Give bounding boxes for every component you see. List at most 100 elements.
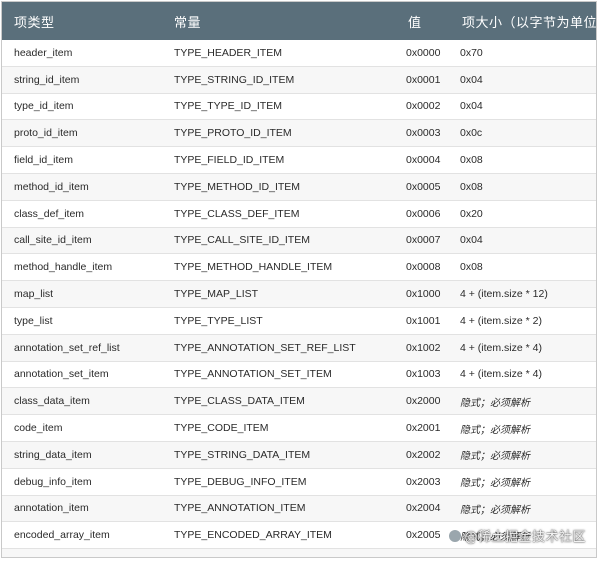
cell-constant: TYPE_METHOD_HANDLE_ITEM [162, 253, 396, 282]
cell-item-size: 0x08 [450, 146, 596, 174]
table-row: method_id_item TYPE_METHOD_ID_ITEM 0x0005 0… [2, 173, 596, 201]
cell-item-type: field_id_item [2, 146, 162, 174]
cell-value: 0x0004 [396, 146, 450, 174]
cell-value: 0x0008 [396, 253, 450, 282]
cell-item-size: 0x0c [450, 119, 596, 148]
cell-value: 0x0002 [396, 93, 450, 121]
cell-item-type: method_handle_item [2, 253, 162, 282]
cell-item-size: 0x70 [450, 40, 596, 67]
cell-constant: TYPE_ANNOTATION_SET_ITEM [162, 361, 396, 389]
cell-item-type: string_id_item [2, 66, 162, 94]
table-row: header_item TYPE_HEADER_ITEM 0x0000 0x70 [2, 40, 596, 67]
cell-item-size: 隐式；必须解析 [450, 468, 596, 496]
juejin-logo-icon [449, 530, 462, 542]
cell-value: 0x1000 [396, 280, 450, 308]
cell-value: 0x0007 [396, 227, 450, 255]
cell-item-type: annotations_directory_item [2, 548, 162, 557]
cell-item-size: 4 + (item.size * 4) [450, 334, 596, 362]
cell-item-size: 隐式；必须解析 [450, 441, 596, 469]
table-row: type_list TYPE_TYPE_LIST 0x1001 4 + (item.s… [2, 307, 596, 335]
cell-value: 0x2001 [396, 414, 450, 442]
cell-item-size: 隐式；必须解析 [450, 495, 596, 523]
cell-value: 0x2006 [396, 548, 450, 557]
cell-item-type: string_data_item [2, 441, 162, 469]
table-body: header_item TYPE_HEADER_ITEM 0x0000 0x70 str… [2, 40, 596, 557]
header-row: 项类型 常量 值 项大小（以字节为单位） [2, 2, 596, 40]
column-header-item-type: 项类型 [2, 2, 162, 40]
cell-item-size: 隐式；必须解析 [450, 548, 596, 557]
cell-constant: TYPE_METHOD_ID_ITEM [162, 173, 396, 201]
cell-item-type: map_list [2, 280, 162, 308]
cell-constant: TYPE_CLASS_DATA_ITEM [162, 387, 396, 416]
table-row: annotation_item TYPE_ANNOTATION_ITEM 0x200… [2, 495, 596, 523]
cell-constant: TYPE_CLASS_DEF_ITEM [162, 200, 396, 228]
cell-constant: TYPE_ANNOTATION_SET_REF_LIST [162, 334, 396, 362]
cell-constant: TYPE_STRING_DATA_ITEM [162, 441, 396, 469]
cell-item-size: 0x04 [450, 93, 596, 121]
table-row: debug_info_item TYPE_DEBUG_INFO_ITEM 0x200… [2, 468, 596, 496]
cell-item-size: 4 + (item.size * 12) [450, 280, 596, 308]
cell-constant: TYPE_STRING_ID_ITEM [162, 66, 396, 94]
cell-constant: TYPE_TYPE_LIST [162, 307, 396, 335]
table-row: annotation_set_item TYPE_ANNOTATION_SET_I… [2, 361, 596, 389]
cell-item-type: proto_id_item [2, 119, 162, 148]
cell-value: 0x2004 [396, 495, 450, 523]
cell-constant: TYPE_MAP_LIST [162, 280, 396, 308]
cell-constant: TYPE_TYPE_ID_ITEM [162, 93, 396, 121]
cell-value: 0x1003 [396, 361, 450, 389]
cell-item-type: annotation_set_item [2, 361, 162, 389]
cell-item-type: method_id_item [2, 173, 162, 201]
cell-item-type: encoded_array_item [2, 521, 162, 550]
table-row: method_handle_item TYPE_METHOD_HANDLE_ITE… [2, 253, 596, 282]
cell-item-type: type_list [2, 307, 162, 335]
table-row: field_id_item TYPE_FIELD_ID_ITEM 0x0004 0x0… [2, 146, 596, 174]
table-row: code_item TYPE_CODE_ITEM 0x2001 隐式；必须解析 [2, 414, 596, 442]
cell-constant: TYPE_ANNOTATIONS_DIRECTORY_ITEM [162, 548, 396, 557]
cell-item-size: 0x08 [450, 173, 596, 201]
cell-constant: TYPE_PROTO_ID_ITEM [162, 119, 396, 148]
cell-item-type: debug_info_item [2, 468, 162, 496]
cell-item-type: annotation_item [2, 495, 162, 523]
cell-value: 0x2005 [396, 521, 450, 550]
cell-item-type: class_data_item [2, 387, 162, 416]
watermark-text: @稀土掘金技术社区 [464, 530, 586, 545]
cell-constant: TYPE_CODE_ITEM [162, 414, 396, 442]
cell-value: 0x1002 [396, 334, 450, 362]
column-header-constant: 常量 [162, 2, 396, 40]
dex-item-type-table: 项类型 常量 值 项大小（以字节为单位） header_item TYPE_HEA… [2, 2, 596, 557]
table-row: class_data_item TYPE_CLASS_DATA_ITEM 0x200… [2, 387, 596, 416]
cell-value: 0x2000 [396, 387, 450, 416]
cell-item-type: class_def_item [2, 200, 162, 228]
cell-value: 0x0001 [396, 66, 450, 94]
cell-item-type: call_site_id_item [2, 227, 162, 255]
cell-item-type: type_id_item [2, 93, 162, 121]
cell-item-type: annotation_set_ref_list [2, 334, 162, 362]
cell-value: 0x2003 [396, 468, 450, 496]
cell-item-size: 4 + (item.size * 2) [450, 307, 596, 335]
table-row: proto_id_item TYPE_PROTO_ID_ITEM 0x0003 0x0… [2, 119, 596, 148]
cell-value: 0x1001 [396, 307, 450, 335]
cell-item-size: 0x04 [450, 227, 596, 255]
cell-item-size: 0x04 [450, 66, 596, 94]
column-header-value: 值 [396, 2, 450, 40]
cell-value: 0x0005 [396, 173, 450, 201]
cell-constant: TYPE_DEBUG_INFO_ITEM [162, 468, 396, 496]
cell-constant: TYPE_ENCODED_ARRAY_ITEM [162, 521, 396, 550]
cell-value: 0x0003 [396, 119, 450, 148]
table-row: string_data_item TYPE_STRING_DATA_ITEM 0x2… [2, 441, 596, 469]
cell-value: 0x0006 [396, 200, 450, 228]
cell-item-type: header_item [2, 40, 162, 67]
cell-constant: TYPE_FIELD_ID_ITEM [162, 146, 396, 174]
watermark: @稀土掘金技术社区 [449, 526, 586, 545]
cell-constant: TYPE_ANNOTATION_ITEM [162, 495, 396, 523]
cell-value: 0x2002 [396, 441, 450, 469]
cell-item-size: 隐式；必须解析 [450, 387, 596, 416]
cell-item-size: 隐式；必须解析 [450, 414, 596, 442]
table-row: map_list TYPE_MAP_LIST 0x1000 4 + (item.siz… [2, 280, 596, 308]
table-row: call_site_id_item TYPE_CALL_SITE_ID_ITEM 0… [2, 227, 596, 255]
table-row: string_id_item TYPE_STRING_ID_ITEM 0x0001 0… [2, 66, 596, 94]
cell-item-size: 4 + (item.size * 4) [450, 361, 596, 389]
table-header: 项类型 常量 值 项大小（以字节为单位） [2, 2, 596, 40]
table-row: annotation_set_ref_list TYPE_ANNOTATION_S… [2, 334, 596, 362]
cell-constant: TYPE_CALL_SITE_ID_ITEM [162, 227, 396, 255]
